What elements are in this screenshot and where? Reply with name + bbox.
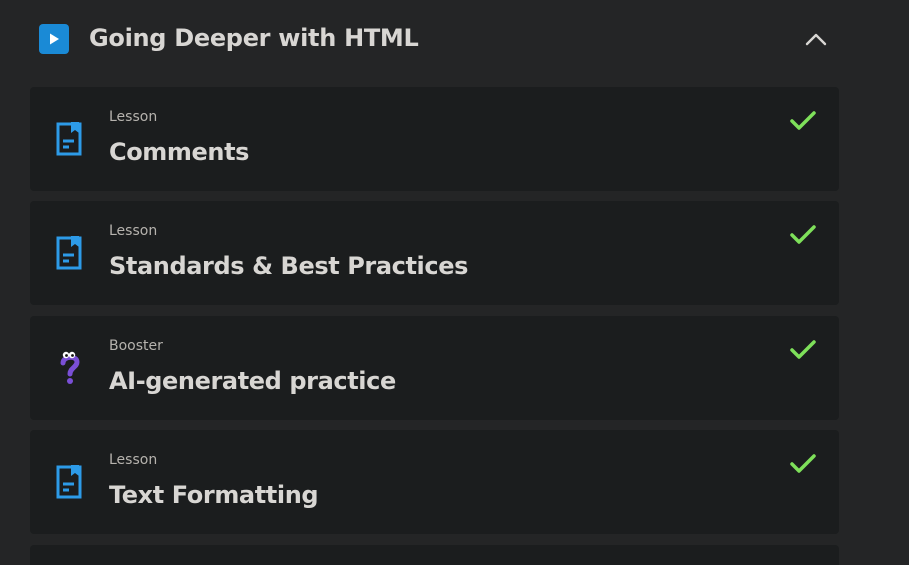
checkmark-icon [790, 340, 816, 359]
checkmark-icon [790, 225, 816, 244]
question-mark-booster-icon [52, 350, 88, 386]
lesson-document-icon [52, 464, 88, 500]
chevron-up-icon [805, 33, 827, 46]
lesson-document-icon [52, 235, 88, 271]
card-title: Comments [109, 138, 250, 166]
card-type-label: Booster [109, 338, 163, 354]
checkmark-icon [790, 111, 816, 130]
card-type-label: Lesson [109, 223, 158, 239]
lesson-card[interactable]: Lesson Comments [30, 87, 839, 191]
lesson-card[interactable]: Lesson Text Formatting [30, 430, 839, 534]
card-title: AI-generated practice [109, 367, 396, 395]
checkmark-icon [790, 454, 816, 473]
lesson-card[interactable] [30, 545, 839, 565]
play-icon [39, 24, 69, 54]
section-title: Going Deeper with HTML [89, 24, 419, 52]
section-header[interactable]: Going Deeper with HTML [0, 0, 909, 78]
card-type-label: Lesson [109, 109, 158, 125]
booster-card[interactable]: Booster AI-generated practice [30, 316, 839, 420]
lesson-document-icon [52, 121, 88, 157]
lesson-card[interactable]: Lesson Standards & Best Practices [30, 201, 839, 305]
card-title: Standards & Best Practices [109, 252, 468, 280]
card-type-label: Lesson [109, 452, 158, 468]
collapse-button[interactable] [800, 26, 832, 52]
card-title: Text Formatting [109, 481, 319, 509]
